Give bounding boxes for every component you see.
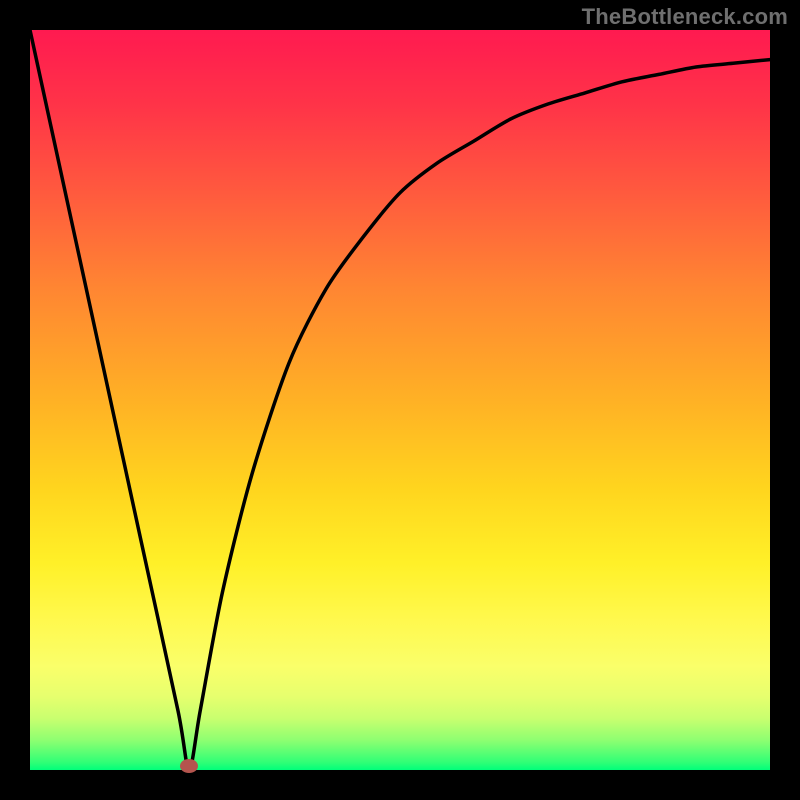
plot-area [30,30,770,770]
watermark-text: TheBottleneck.com [582,4,788,30]
min-marker [180,759,198,773]
curve-svg [30,30,770,770]
bottleneck-curve [30,30,770,770]
chart-frame: TheBottleneck.com [0,0,800,800]
